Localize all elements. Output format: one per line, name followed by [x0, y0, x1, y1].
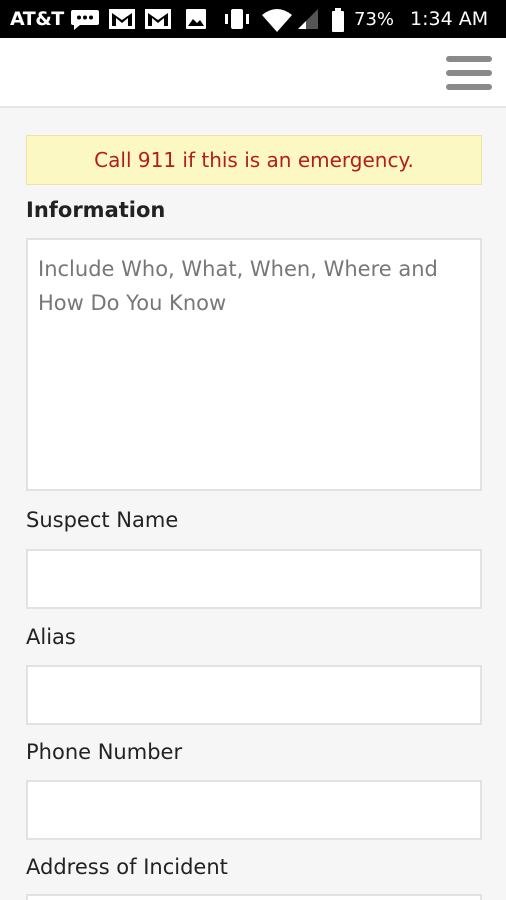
information-textarea[interactable] — [26, 238, 482, 491]
address-of-incident-label: Address of Incident — [26, 855, 228, 879]
battery-percentage: 73% — [354, 9, 395, 30]
phone-number-label: Phone Number — [26, 740, 183, 764]
vibrate-icon — [225, 9, 249, 29]
gmail-icon — [109, 9, 135, 29]
suspect-name-label: Suspect Name — [26, 508, 179, 532]
alias-label: Alias — [26, 625, 76, 649]
hamburger-menu-icon[interactable] — [444, 54, 494, 92]
alias-input[interactable] — [26, 665, 482, 725]
signal-icon — [298, 9, 318, 29]
battery-icon — [332, 8, 344, 32]
emergency-alert: Call 911 if this is an emergency. — [26, 135, 482, 185]
phone-number-input[interactable] — [26, 780, 482, 840]
information-label: Information — [26, 198, 166, 222]
app-header — [0, 38, 506, 108]
wifi-icon — [262, 9, 292, 32]
carrier-name: AT&T — [10, 8, 64, 30]
status-bar: AT&T 73% 1:34 AM — [0, 0, 506, 38]
address-of-incident-input[interactable] — [26, 894, 482, 900]
gmail-icon — [145, 9, 171, 29]
clock-time: 1:34 AM — [410, 8, 489, 30]
suspect-name-input[interactable] — [26, 549, 482, 609]
message-icon — [71, 10, 99, 30]
image-icon — [186, 9, 206, 29]
